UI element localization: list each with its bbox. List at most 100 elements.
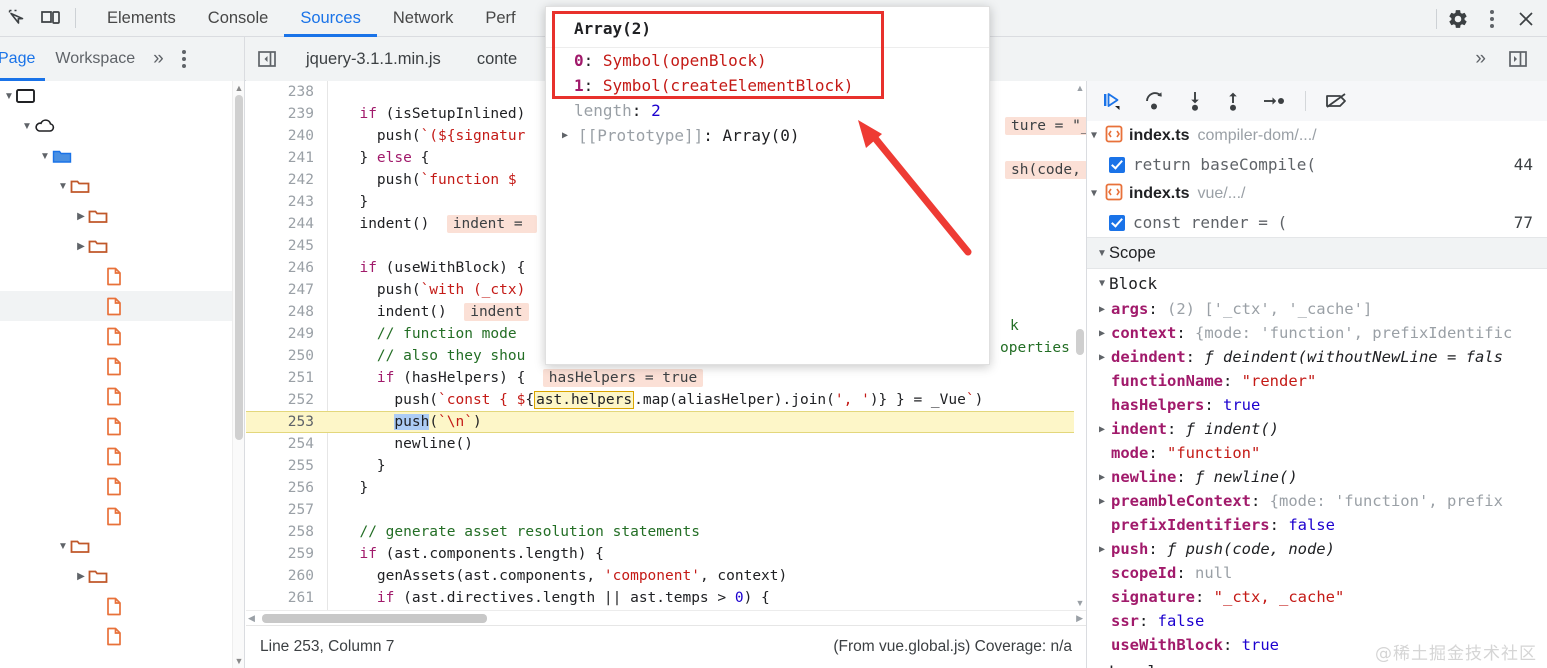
code-line-259[interactable]: 259 if (ast.components.length) { [246, 543, 1086, 565]
sidebar-scrollbar[interactable]: ▲ ▼ [232, 81, 244, 668]
tree-item-transform-ts[interactable] [0, 441, 244, 471]
code-line-261[interactable]: 261 if (ast.directives.length || ast.tem… [246, 587, 1086, 609]
tree-item-127-0-0-1-5575[interactable]: ▼ [0, 111, 244, 141]
scope-property-newline[interactable]: ▶ newline: ƒ newline() [1087, 465, 1547, 489]
chevron-right-icon[interactable]: ▶ [1095, 544, 1109, 555]
line-source[interactable]: } else { [342, 147, 429, 169]
inspect-element-icon[interactable] [0, 2, 34, 34]
chevron-right-icon[interactable]: ▶ [1095, 496, 1109, 507]
code-line-256[interactable]: 256 } [246, 477, 1086, 499]
deactivate-breakpoints-icon[interactable] [1324, 90, 1350, 112]
popup-row-1[interactable]: 1: Symbol(createElementBlock) [546, 73, 989, 98]
hide-navigator-icon[interactable] [246, 37, 288, 81]
code-line-258[interactable]: 258 // generate asset resolution stateme… [246, 521, 1086, 543]
line-source[interactable]: if (isSetupInlined) [342, 103, 525, 125]
scroll-down-arrow-icon[interactable]: ▼ [234, 656, 244, 666]
line-source[interactable]: } [342, 191, 368, 213]
editor-scroll-up-icon[interactable]: ▲ [1075, 83, 1085, 93]
line-source[interactable]: if (ast.components.length) { [342, 543, 603, 565]
call-stack-entry[interactable]: const render = (77 [1087, 208, 1547, 237]
scope-property-ssr[interactable]: ▶ssr: false [1087, 609, 1547, 633]
panel-tab-elements[interactable]: Elements [91, 0, 192, 37]
resume-script-execution-icon[interactable] [1101, 90, 1125, 112]
code-line-252[interactable]: 252 push(`const { ${ast.helpers .map(alia… [246, 389, 1086, 411]
scope-property-functionName[interactable]: ▶functionName: "render" [1087, 369, 1547, 393]
tree-item-codegen-ts[interactable] [0, 291, 244, 321]
scope-property-hasHelpers[interactable]: ▶hasHelpers: true [1087, 393, 1547, 417]
chevron-right-icon[interactable]: ▶ [74, 571, 88, 582]
code-line-260[interactable]: 260 genAssets(ast.components, 'component… [246, 565, 1086, 587]
call-stack-entry[interactable]: return baseCompile(44 [1087, 150, 1547, 179]
scope-property-prefixIdentifiers[interactable]: ▶prefixIdentifiers: false [1087, 513, 1547, 537]
tree-item-validateexpress[interactable] [0, 501, 244, 531]
line-source[interactable]: } [342, 477, 368, 499]
panel-tab-network[interactable]: Network [377, 0, 470, 37]
code-line-255[interactable]: 255 } [246, 455, 1086, 477]
line-source[interactable]: // function mode [342, 323, 525, 345]
tree-item-decodehtmlbro[interactable] [0, 591, 244, 621]
scope-property-context[interactable]: ▶ context: {mode: 'function', prefixIdent… [1087, 321, 1547, 345]
chevron-down-icon[interactable]: ▼ [20, 121, 34, 132]
tree-item-transforms[interactable]: ▶ [0, 561, 244, 591]
step-icon[interactable] [1261, 90, 1287, 112]
line-source[interactable]: indent() indent [342, 301, 529, 323]
scope-section-header[interactable]: ▼ Scope [1087, 237, 1547, 269]
step-over-icon[interactable] [1143, 90, 1167, 112]
tree-item-utils-ts[interactable] [0, 471, 244, 501]
call-stack-frame[interactable]: ▼ index.ts compiler-dom/.../ [1087, 121, 1547, 150]
code-line-253[interactable]: 253 push(`\n`) [246, 411, 1086, 433]
editor-scroll-thumb[interactable] [1076, 329, 1084, 355]
line-source[interactable]: if (ast.directives.length || ast.temps >… [342, 587, 770, 609]
popup-row-length[interactable]: length: 2 [546, 98, 989, 123]
chevron-down-icon[interactable]: ▼ [56, 541, 70, 552]
line-source[interactable]: if (useWithBlock) { [342, 257, 525, 279]
sidebar-scroll-thumb[interactable] [235, 95, 243, 440]
scope-property-preambleContext[interactable]: ▶ preambleContext: {mode: 'function', pre… [1087, 489, 1547, 513]
line-source[interactable]: push(`function $ [342, 169, 517, 191]
tree-item-parse-ts[interactable] [0, 381, 244, 411]
line-source[interactable]: } [342, 455, 386, 477]
scope-property-args[interactable]: ▶ args: (2) ['_ctx', '_cache'] [1087, 297, 1547, 321]
scope-property-signature[interactable]: ▶signature: "_ctx, _cache" [1087, 585, 1547, 609]
line-source[interactable]: push(`const { ${ast.helpers .map(aliasHel… [342, 389, 983, 411]
panel-tab-console[interactable]: Console [192, 0, 285, 37]
line-source[interactable]: // generate asset resolution statements [342, 521, 699, 543]
line-source[interactable]: if (hasHelpers) { hasHelpers = true [342, 367, 704, 389]
navigator-tab-workspace[interactable]: Workspace [45, 37, 145, 81]
navigator-tab-page[interactable]: Page [0, 37, 45, 81]
scope-property-deindent[interactable]: ▶ deindent: ƒ deindent(withoutNewLine = f… [1087, 345, 1547, 369]
tree-item-compiler-dom-sr[interactable]: ▼ [0, 531, 244, 561]
file-tab-1[interactable]: conte [459, 37, 535, 81]
file-tabs-overflow-icon[interactable]: » [1467, 48, 1492, 70]
tree-item-transforms[interactable]: ▶ [0, 231, 244, 261]
chevron-down-icon[interactable]: ▼ [1087, 188, 1101, 199]
tree-item-top[interactable]: ▼ [0, 81, 244, 111]
tree-item-source-core-3-2-37-[interactable]: ▼ [0, 141, 244, 171]
code-line-254[interactable]: 254 newline() [246, 433, 1086, 455]
line-source[interactable]: indent() indent = [342, 213, 538, 235]
line-source[interactable]: newline() [342, 433, 473, 455]
popup-row-0[interactable]: 0: Symbol(openBlock) [546, 48, 989, 73]
line-source[interactable]: push(`with (_ctx) [342, 279, 525, 301]
editor-horizontal-scrollbar[interactable]: ◀ ▶ [246, 610, 1086, 625]
chevron-right-icon[interactable]: ▶ [74, 211, 88, 222]
line-source[interactable]: push(`\n`) [342, 411, 482, 433]
code-line-251[interactable]: 251 if (hasHelpers) { hasHelpers = true [246, 367, 1086, 389]
scroll-up-arrow-icon[interactable]: ▲ [234, 83, 244, 93]
more-options-kebab-icon[interactable] [1475, 3, 1509, 35]
chevron-right-icon[interactable]: ▶ [74, 241, 88, 252]
tree-item-compile-ts[interactable] [0, 321, 244, 351]
settings-gear-icon[interactable] [1441, 3, 1475, 35]
panel-tab-sources[interactable]: Sources [284, 0, 377, 37]
chevron-down-icon[interactable]: ▼ [1095, 278, 1109, 289]
breakpoint-checkbox[interactable] [1109, 156, 1125, 173]
chevron-right-icon[interactable]: ▶ [1095, 424, 1109, 435]
hscroll-right-arrow-icon[interactable]: ▶ [1076, 613, 1083, 624]
scope-group-block[interactable]: ▼ Block [1087, 269, 1547, 297]
hscroll-thumb[interactable] [262, 613, 487, 623]
chevron-right-icon[interactable]: ▶ [1095, 328, 1109, 339]
line-source[interactable]: // also they shou [342, 345, 525, 367]
code-line-257[interactable]: 257 [246, 499, 1086, 521]
scope-property-push[interactable]: ▶ push: ƒ push(code, node) [1087, 537, 1547, 561]
call-stack-frame[interactable]: ▼ index.ts vue/.../ [1087, 179, 1547, 208]
